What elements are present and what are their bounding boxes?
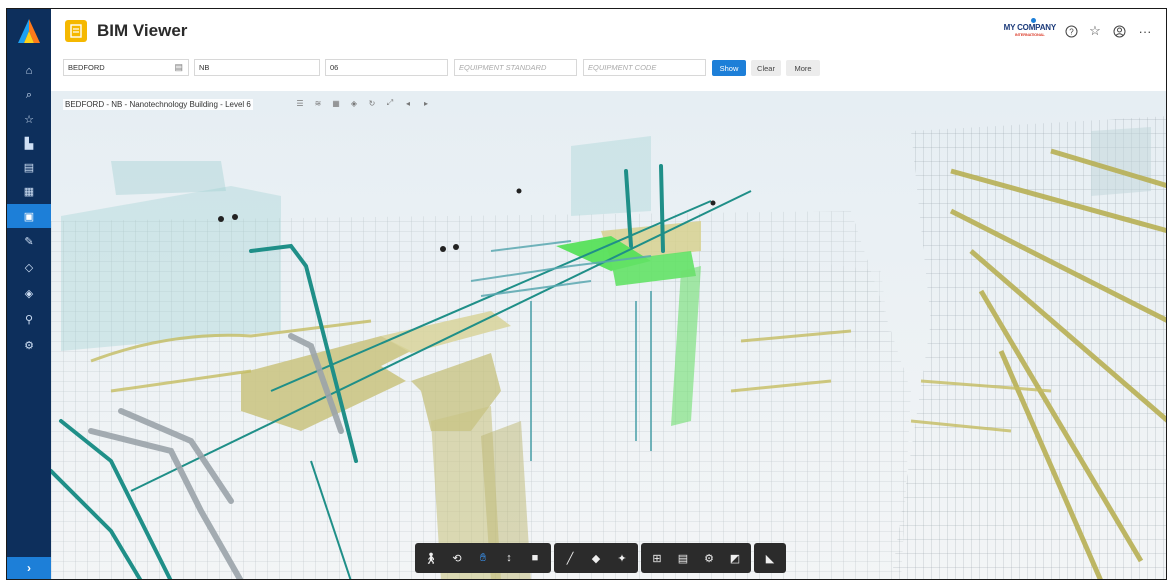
favorite-icon[interactable]: ☆ [1086, 22, 1104, 40]
viewer-tools: ☰ ≋ ▦ ◈ ↻ ⤢ ◂ ▸ [295, 98, 431, 108]
wrench-icon: ✎ [24, 235, 34, 248]
building-value: NB [199, 63, 210, 72]
orbit-icon[interactable]: ⟲ [445, 546, 469, 570]
settings-icon[interactable]: ⚙ [697, 546, 721, 570]
sidebar-item-grid[interactable]: ▦ [7, 179, 51, 203]
measure-icon[interactable]: ╱ [558, 546, 582, 570]
grid-icon: ▦ [23, 185, 35, 198]
level-value: 06 [330, 63, 339, 72]
calendar-icon[interactable]: ▤ [174, 62, 183, 73]
company-logo: MY COMPANY INTERNATIONAL [1003, 18, 1057, 37]
model-tools: ⊞ ▤ ⚙ ◩ [641, 543, 751, 573]
sidebar-item-maintenance[interactable]: ✎ [7, 229, 51, 253]
fit-icon[interactable]: ⤢ [385, 98, 395, 108]
navigation-tools: 🚶︎ ⟲ ✋︎ ↕ ■ [415, 543, 551, 573]
site-value: BEDFORD [68, 63, 105, 72]
sidebar-expand-button[interactable]: › [7, 557, 51, 579]
analysis-tools: ╱ ◆ ✦ [554, 543, 638, 573]
company-name: MY COMPANY [1003, 23, 1057, 32]
site-field[interactable]: BEDFORD ▤ [63, 59, 189, 76]
pan-icon[interactable]: ✋︎ [471, 546, 495, 570]
zoom-icon[interactable]: ↕ [497, 546, 521, 570]
show-button[interactable]: Show [712, 60, 746, 76]
fullscreen-icon[interactable]: ◩ [723, 546, 747, 570]
sidebar-item-tags[interactable]: ◇ [7, 255, 51, 279]
properties-icon[interactable]: ▤ [671, 546, 695, 570]
svg-text:?: ? [1069, 27, 1074, 36]
list-icon[interactable]: ☰ [295, 98, 305, 108]
level-field[interactable]: 06 [325, 59, 448, 76]
company-tagline: INTERNATIONAL [1014, 32, 1045, 37]
clear-button[interactable]: Clear [751, 60, 781, 76]
bim-model-canvas[interactable] [51, 91, 1166, 579]
back-icon[interactable]: ◂ [403, 98, 413, 108]
sidebar-item-assets[interactable]: ◈ [7, 281, 51, 305]
search-icon: ⌕ [25, 88, 33, 101]
diamond-icon: ◈ [24, 287, 34, 300]
sidebar-item-search[interactable]: ⌕ [7, 83, 51, 107]
walk-icon[interactable]: 🚶︎ [419, 546, 443, 570]
more-button[interactable]: More [786, 60, 820, 76]
shape-icon[interactable]: ◈ [349, 98, 359, 108]
more-icon[interactable]: ··· [1136, 22, 1154, 40]
sidebar-item-locations[interactable]: ⚲ [7, 307, 51, 331]
rotate-icon[interactable]: ↻ [367, 98, 377, 108]
camera-icon[interactable]: ■ [523, 546, 547, 570]
pin-icon: ⚲ [24, 313, 34, 326]
document-icon: ▣ [23, 210, 35, 223]
sidebar-item-settings[interactable]: ⚙ [7, 333, 51, 357]
tag-tools: ◣ [754, 543, 786, 573]
equipment-code-field[interactable]: EQUIPMENT CODE [583, 59, 706, 76]
tag-icon[interactable]: ◣ [758, 546, 782, 570]
bim-viewer-app-icon [65, 20, 87, 42]
sidebar-item-buildings[interactable]: ▙ [7, 131, 51, 155]
bim-3d-viewer[interactable]: BEDFORD - NB - Nanotechnology Building -… [51, 91, 1166, 579]
report-icon: ▤ [23, 161, 35, 174]
forward-icon[interactable]: ▸ [421, 98, 431, 108]
equipment-standard-placeholder: EQUIPMENT STANDARD [459, 63, 547, 72]
sidebar-item-bim-viewer[interactable]: ▣ [7, 204, 51, 228]
model-breadcrumb: BEDFORD - NB - Nanotechnology Building -… [63, 99, 253, 110]
star-icon: ☆ [24, 113, 34, 126]
app-logo[interactable] [16, 18, 42, 44]
sidebar: ⌂ ⌕ ☆ ▙ ▤ ▦ ▣ ✎ ◇ ◈ ⚲ ⚙ › [7, 9, 51, 579]
sidebar-item-reports[interactable]: ▤ [7, 155, 51, 179]
model-icon[interactable]: ▦ [331, 98, 341, 108]
filter-bar: BEDFORD ▤ NB 06 EQUIPMENT STANDARD EQUIP… [51, 55, 1166, 91]
explode-icon[interactable]: ✦ [610, 546, 634, 570]
app-window: ⌂ ⌕ ☆ ▙ ▤ ▦ ▣ ✎ ◇ ◈ ⚲ ⚙ › BIM Viewer MY … [6, 8, 1167, 580]
building-field[interactable]: NB [194, 59, 320, 76]
account-icon[interactable] [1110, 22, 1128, 40]
sidebar-item-favorites[interactable]: ☆ [7, 107, 51, 131]
sidebar-item-home[interactable]: ⌂ [7, 59, 51, 83]
chevron-right-icon: › [27, 561, 31, 575]
tag-icon: ◇ [24, 261, 34, 274]
layers-icon[interactable]: ≋ [313, 98, 323, 108]
section-icon[interactable]: ◆ [584, 546, 608, 570]
header: BIM Viewer MY COMPANY INTERNATIONAL ? ☆ … [51, 9, 1166, 55]
equipment-code-placeholder: EQUIPMENT CODE [588, 63, 657, 72]
settings-icon: ⚙ [24, 339, 34, 352]
model-tree-icon[interactable]: ⊞ [645, 546, 669, 570]
page-title: BIM Viewer [97, 21, 188, 40]
equipment-standard-field[interactable]: EQUIPMENT STANDARD [454, 59, 577, 76]
buildings-icon: ▙ [24, 137, 34, 150]
viewer-toolbar: 🚶︎ ⟲ ✋︎ ↕ ■ ╱ ◆ ✦ ⊞ ▤ ⚙ ◩ ◣ [415, 543, 786, 573]
home-icon: ⌂ [25, 65, 33, 77]
help-icon[interactable]: ? [1062, 22, 1080, 40]
